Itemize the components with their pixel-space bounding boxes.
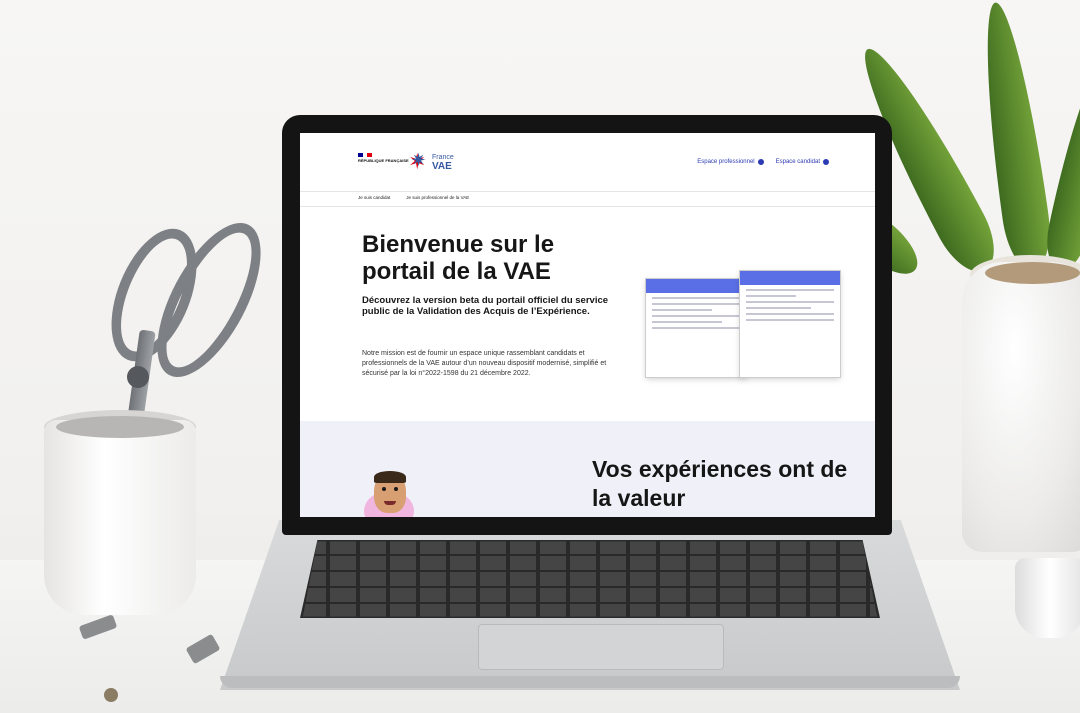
republique-francaise-logo[interactable]: RÉPUBLIQUE FRANÇAISE · · · (358, 153, 409, 167)
republique-label: RÉPUBLIQUE FRANÇAISE (358, 158, 409, 163)
france-vae-logo[interactable]: ✶ ✷ France VAE (408, 150, 478, 181)
hero-body: Notre mission est de fournir un espace u… (362, 350, 607, 377)
nav-item-candidat[interactable]: Je suis candidat (358, 195, 390, 200)
scissors-pivot (127, 366, 149, 388)
laptop-screen: RÉPUBLIQUE FRANÇAISE · · · ✶ ✷ France VA… (300, 133, 875, 517)
section-title: Vos expériences ont de la valeur (592, 456, 848, 511)
laptop-trackpad (478, 624, 724, 670)
small-pot (1015, 558, 1080, 638)
star-icon: ✷ (411, 150, 427, 170)
desk-scene: RÉPUBLIQUE FRANÇAISE · · · ✶ ✷ France VA… (0, 0, 1080, 713)
plant-soil (985, 262, 1080, 284)
main-nav: Je suis candidat Je suis professionnel d… (300, 191, 875, 207)
laptop-keys (302, 541, 878, 617)
site-header: RÉPUBLIQUE FRANÇAISE · · · ✶ ✷ France VA… (300, 133, 875, 185)
white-cup (44, 420, 196, 615)
espace-candidat-link[interactable]: Espace candidat (776, 159, 829, 165)
devise-marks: · · · (358, 162, 363, 167)
plant-leaf (1040, 60, 1080, 275)
flag-icon (358, 153, 373, 157)
app-preview-image (646, 279, 746, 377)
hero-title: Bienvenue sur le portail de la VAE (362, 231, 555, 285)
user-icon (757, 159, 764, 165)
logo-line1: France (432, 154, 454, 161)
laptop-front-edge (220, 676, 960, 688)
user-icon (823, 159, 829, 165)
header-links: Espace professionnel Espace candidat (697, 159, 829, 165)
hero-subtitle: Découvrez la version beta du portail off… (362, 295, 609, 317)
link-label: Espace professionnel (697, 159, 755, 165)
person-avatar-illustration (364, 469, 416, 517)
app-preview-image (740, 271, 840, 377)
espace-professionnel-link[interactable]: Espace professionnel (697, 159, 764, 165)
pebble (104, 688, 118, 702)
logo-line2: VAE (432, 161, 452, 172)
nav-item-professionnel[interactable]: Je suis professionnel de la VAE (406, 195, 469, 200)
link-label: Espace candidat (775, 159, 820, 165)
plant-pot (962, 262, 1080, 552)
cup-inside (56, 416, 184, 438)
